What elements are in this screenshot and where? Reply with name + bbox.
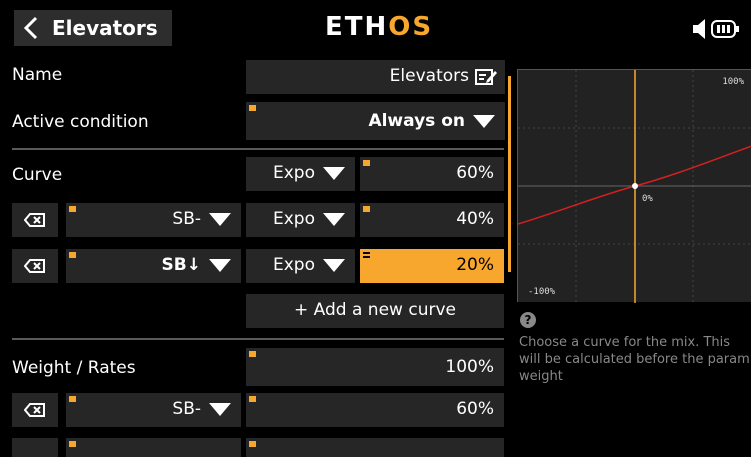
selector-tick-icon [249,396,256,402]
selector-tick-icon [69,441,76,447]
divider [12,148,504,150]
speaker-icon [693,19,705,39]
rate-switch-select[interactable]: SB- [66,393,241,427]
curve-switch-select[interactable]: SB↓ [66,249,241,283]
curve-type-select[interactable]: Expo [246,157,355,191]
delete-curve-button[interactable] [12,203,58,237]
curve-graph: 100% 0% -100% [517,69,751,303]
dropdown-arrow-icon [209,212,231,226]
active-condition-label: Active condition [12,112,149,132]
status-icons [693,19,739,39]
ethos-logo: ETHOS [325,12,434,42]
back-button[interactable]: Elevators [14,10,172,46]
dropdown-arrow-icon [473,114,495,128]
dropdown-arrow-icon [209,258,231,272]
active-condition-select[interactable]: Always on [246,102,505,140]
selector-tick-icon [69,252,76,258]
curve-value-field-selected[interactable]: 20% [360,249,504,283]
name-field[interactable]: Elevators [246,60,505,94]
page-title: Elevators [52,16,158,40]
divider [12,338,504,340]
curve-label: Curve [12,165,63,185]
dropdown-arrow-icon [323,212,345,226]
rate-value-field[interactable]: 60% [246,393,504,427]
add-curve-button[interactable]: + Add a new curve [246,294,504,328]
selector-tick-icon [363,252,370,258]
help-text: Choose a curve for the mix. This will be… [519,335,750,384]
selector-tick-icon [249,105,256,111]
curve-switch-select[interactable]: SB- [66,203,241,237]
rate-switch-select[interactable] [66,438,241,457]
dropdown-arrow-icon [209,402,231,416]
battery-icon [711,20,739,38]
delete-curve-button[interactable] [12,249,58,283]
selector-tick-icon [69,206,76,212]
selector-tick-icon [69,396,76,402]
weight-rates-label: Weight / Rates [12,358,136,378]
curve-type-select[interactable]: Expo [246,203,355,237]
curve-type-select[interactable]: Expo [246,249,355,283]
edit-icon [475,69,497,85]
name-label: Name [12,65,63,85]
selector-tick-icon [249,351,256,357]
selector-tick-icon [249,441,256,447]
svg-text:?: ? [525,313,532,327]
delete-icon [24,213,45,227]
delete-rate-button[interactable] [12,438,58,457]
graph-center-label: 0% [642,194,653,204]
curve-value-field[interactable]: 40% [360,203,504,237]
selector-tick-icon [363,206,370,212]
delete-rate-button[interactable] [12,393,58,427]
delete-icon [24,403,45,417]
selector-tick-icon [363,160,370,166]
curve-plot: 100% 0% -100% [517,70,751,303]
graph-min-label: -100% [528,287,556,297]
dropdown-arrow-icon [323,258,345,272]
scrollbar[interactable] [508,76,511,272]
rate-value-field[interactable] [246,438,504,457]
curve-point [632,183,638,189]
help-icon[interactable]: ? [519,311,537,329]
weight-value-field[interactable]: 100% [246,348,504,386]
header-bar: Elevators ETHOS [0,0,751,56]
dropdown-arrow-icon [323,166,345,180]
chevron-left-icon [24,16,38,40]
graph-max-label: 100% [722,77,744,87]
delete-icon [24,259,45,273]
curve-value-field[interactable]: 60% [360,157,504,191]
